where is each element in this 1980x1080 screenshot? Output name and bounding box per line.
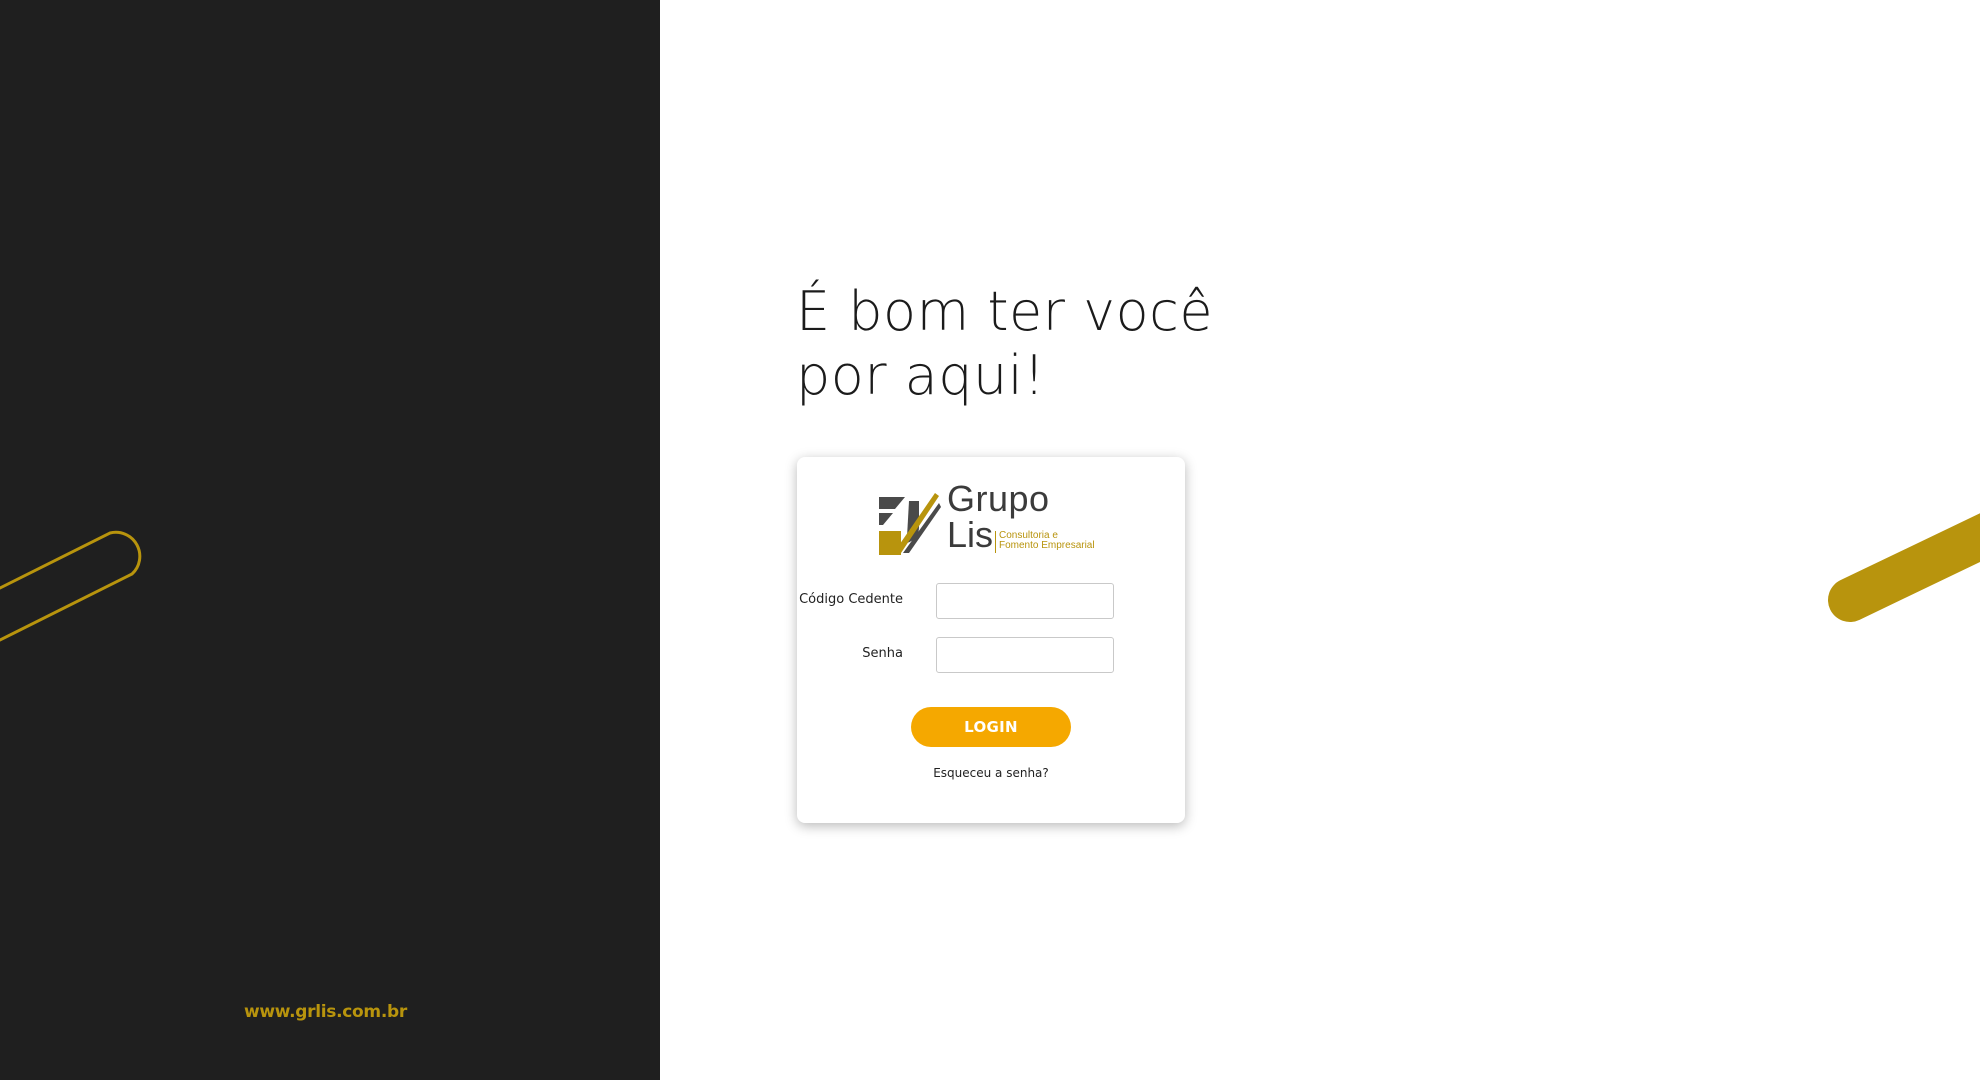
codigo-cedente-label: Código Cedente	[799, 592, 903, 607]
grupo-lis-logo-icon	[879, 493, 941, 555]
logo-divider	[995, 531, 996, 553]
branding-panel: www.grlis.com.br	[0, 0, 660, 1080]
solid-pill-decoration	[1828, 513, 1980, 622]
codigo-cedente-input[interactable]	[936, 583, 1114, 619]
logo-tagline-line-2: Fomento Empresarial	[999, 540, 1095, 551]
senha-input[interactable]	[936, 637, 1114, 673]
logo-word-grupo: Grupo	[947, 478, 1050, 519]
headline-line-1: É bom ter você	[796, 280, 1214, 343]
senha-label: Senha	[862, 646, 903, 661]
codigo-cedente-row: Código Cedente	[797, 583, 1185, 621]
login-card: Grupo Lis Consultoria e Fomento Empresar…	[797, 457, 1185, 823]
login-button[interactable]: LOGIN	[911, 707, 1071, 747]
outlined-pill-decoration	[0, 530, 142, 642]
login-page: www.grlis.com.br É bom ter você por aqui…	[0, 0, 1980, 1080]
senha-row: Senha	[797, 637, 1185, 675]
logo-word-lis: Lis	[947, 514, 994, 555]
logo-tagline: Consultoria e Fomento Empresarial	[999, 531, 1119, 551]
headline-line-2: por aqui!	[796, 344, 1046, 407]
grupo-lis-logo: Grupo Lis Consultoria e Fomento Empresar…	[877, 481, 1119, 559]
welcome-headline: É bom ter você por aqui!	[796, 280, 1396, 408]
site-url[interactable]: www.grlis.com.br	[244, 1002, 407, 1022]
forgot-password-link[interactable]: Esqueceu a senha?	[797, 766, 1185, 780]
